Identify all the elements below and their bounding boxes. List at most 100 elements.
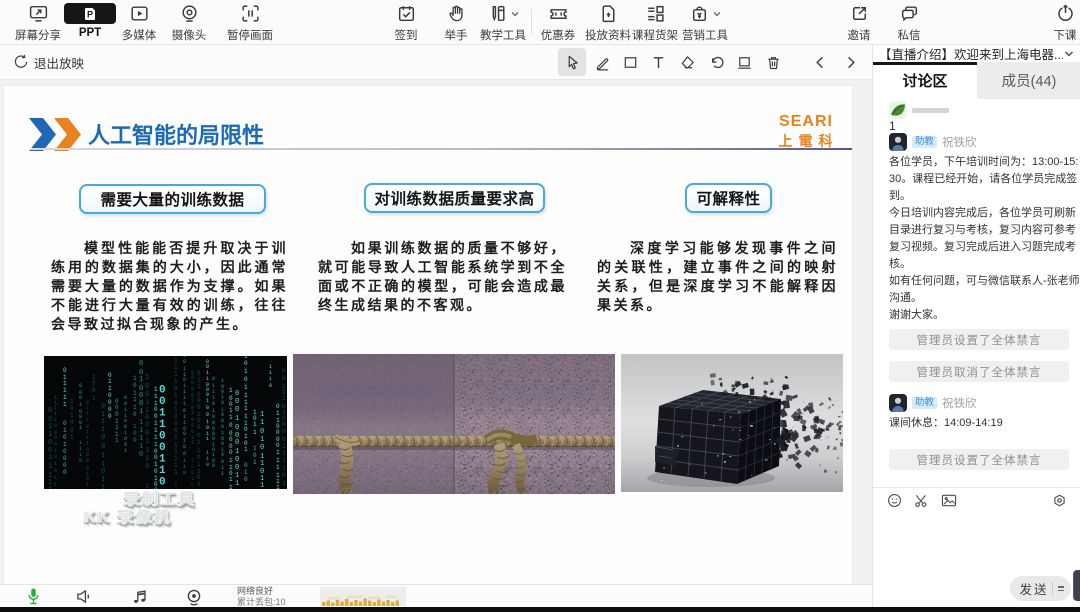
rectangle-tool-button[interactable] [616, 48, 644, 76]
svg-text:10010: 10010 [191, 458, 194, 488]
emoji-button[interactable] [887, 493, 902, 508]
network-status-text: 网络良好 [237, 586, 274, 596]
tab-members[interactable]: 成员(44) [977, 62, 1080, 99]
svg-text:110: 110 [183, 458, 186, 476]
svg-text:0110000: 0110000 [108, 372, 112, 420]
private-message-button[interactable]: 私信 [873, 3, 945, 43]
svg-text:0001111: 0001111 [115, 398, 119, 444]
svg-text:P: P [87, 9, 93, 19]
svg-text:00101010000111101: 00101010000111101 [282, 367, 286, 487]
send-button[interactable]: 发送 [1010, 576, 1071, 601]
image-button[interactable] [941, 493, 957, 508]
main-toolbar: 屏幕分享 P PPT 多媒体 摄像头 暂停画面 签到 举手 教学工具 优惠券 投… [0, 0, 1080, 45]
sidebar-tabs: 讨论区 成员(44) [873, 62, 1080, 99]
previous-slide-button[interactable] [806, 48, 834, 76]
svg-text:1011: 1011 [253, 409, 257, 436]
eraser-icon [681, 55, 694, 68]
avatar [889, 133, 907, 151]
matrix-code-image: 0011001111110110001111110000101011001010… [44, 356, 287, 489]
svg-text:0110000111111: 0110000111111 [276, 403, 280, 489]
rectangle-icon [624, 56, 636, 68]
pause-screen-label: 暂停画面 [227, 30, 273, 42]
chevron-down-icon [1064, 50, 1074, 57]
audio-level-meter [320, 587, 406, 606]
next-slide-button[interactable] [836, 48, 864, 76]
svg-text:0111010000010100: 0111010000010100 [212, 376, 215, 469]
recorder-watermark: 录制工具 KK 录像机 [84, 492, 196, 528]
svg-text:1001: 1001 [92, 374, 96, 402]
text-icon [653, 56, 663, 68]
seari-logo-text: SEARI [779, 113, 833, 130]
chat-sidebar: 【直播介绍】欢迎来到上海电器... 讨论区 成员(44) 1 助教 祝铁欣 各位学员，… [872, 45, 1080, 607]
ppt-slide: 人工智能的局限性 SEARI 上電科 需要大量的训练数据 对训练数据质量要求高 … [4, 86, 852, 584]
edge-widget[interactable] [1073, 570, 1080, 601]
status-bar: 网络良好 累计丢包:10 [0, 584, 872, 607]
end-class-icon [1029, 3, 1080, 24]
marketing-tools-icon [669, 3, 741, 24]
svg-text:1110: 1110 [79, 440, 82, 464]
text-tool-button[interactable] [644, 48, 672, 76]
svg-text:100110101110: 100110101110 [145, 374, 149, 471]
cut-button[interactable] [914, 493, 929, 508]
user-name [912, 107, 949, 113]
chevron-left-icon [815, 56, 823, 68]
svg-text:110: 110 [206, 450, 209, 468]
clear-annotations-button[interactable] [759, 48, 787, 76]
undo-button[interactable] [702, 48, 730, 76]
board-tool-button[interactable] [730, 48, 758, 76]
exit-presentation-label: 退出放映 [34, 56, 85, 71]
chat-settings-button[interactable] [1052, 493, 1067, 508]
pen-icon [596, 57, 608, 70]
svg-text:00110001001011: 00110001001011 [206, 359, 209, 442]
select-tool-button[interactable] [558, 48, 586, 76]
svg-text:0011001001: 0011001001 [124, 395, 127, 454]
trash-icon [767, 56, 779, 69]
svg-text:1101011011111: 1101011011111 [260, 411, 264, 489]
webcam-button[interactable] [183, 587, 205, 606]
speaker-button[interactable] [73, 587, 95, 606]
svg-text:0001000100111: 0001000100111 [235, 390, 239, 489]
undo-icon [711, 56, 724, 68]
matrix-image: 0011001111110110001111110000101011001010… [44, 356, 287, 489]
pause-screen-button[interactable]: 暂停画面 [214, 3, 286, 43]
svg-text:1110: 1110 [269, 364, 272, 389]
eraser-tool-button[interactable] [673, 48, 701, 76]
speaker-icon [76, 590, 89, 603]
exit-presentation-button[interactable]: 退出放映 [13, 45, 84, 79]
chat-message-list[interactable]: 1 助教 祝铁欣 各位学员，下午培训时间为：13:00-15:30。课程已经开始，请各… [873, 99, 1080, 487]
svg-text:101010: 101010 [174, 482, 178, 489]
svg-text:10101111110101: 10101111110101 [244, 356, 248, 453]
chat-input-toolbar [873, 488, 1080, 512]
svg-text:11110101000111111: 11110101000111111 [174, 357, 178, 476]
whiteboard-icon [737, 56, 751, 69]
svg-text:101001: 101001 [70, 398, 74, 441]
marketing-tools-button[interactable]: 营销工具 [669, 3, 741, 43]
svg-text:10110111101100100: 10110111101100100 [183, 356, 186, 457]
avatar [889, 394, 907, 412]
svg-text:011100110111: 011100110111 [101, 403, 105, 489]
message-text: 各位学员，下午培训时间为：13:00-15:30。课程已经开始，请各位学员完成签… [889, 156, 1080, 321]
live-room-title-bar[interactable]: 【直播介绍】欢迎来到上海电器... [873, 45, 1080, 62]
presenter-bar: 退出放映 [0, 45, 872, 80]
heading-box-2: 对训练数据质量要求高 [364, 183, 545, 213]
tab-discussion[interactable]: 讨论区 [873, 62, 977, 99]
music-button[interactable] [128, 587, 150, 606]
network-status: 网络良好 累计丢包:10 [237, 586, 286, 607]
chat-message-input[interactable] [873, 512, 1080, 578]
svg-text:101: 101 [253, 445, 257, 466]
end-class-button[interactable]: 下课 [1029, 3, 1080, 43]
svg-text:00010001: 00010001 [79, 383, 82, 431]
svg-text:101110: 101110 [133, 375, 137, 418]
svg-text:10010100010010011: 10010100010010011 [221, 378, 224, 477]
heading-box-3: 可解释性 [685, 183, 772, 213]
watermark-line2: KK 录像机 [84, 510, 172, 527]
marketing-tools-label: 营销工具 [682, 30, 728, 42]
pen-tool-button[interactable] [588, 48, 616, 76]
svg-text:1001001: 1001001 [145, 483, 149, 489]
microphone-button[interactable] [22, 587, 44, 606]
private-message-icon [873, 3, 945, 24]
heading-box-1: 需要大量的训练数据 [79, 184, 266, 214]
chat-input-zone: 发送 [873, 487, 1080, 607]
webcam-icon [187, 589, 201, 605]
exit-presentation-icon [14, 54, 28, 68]
